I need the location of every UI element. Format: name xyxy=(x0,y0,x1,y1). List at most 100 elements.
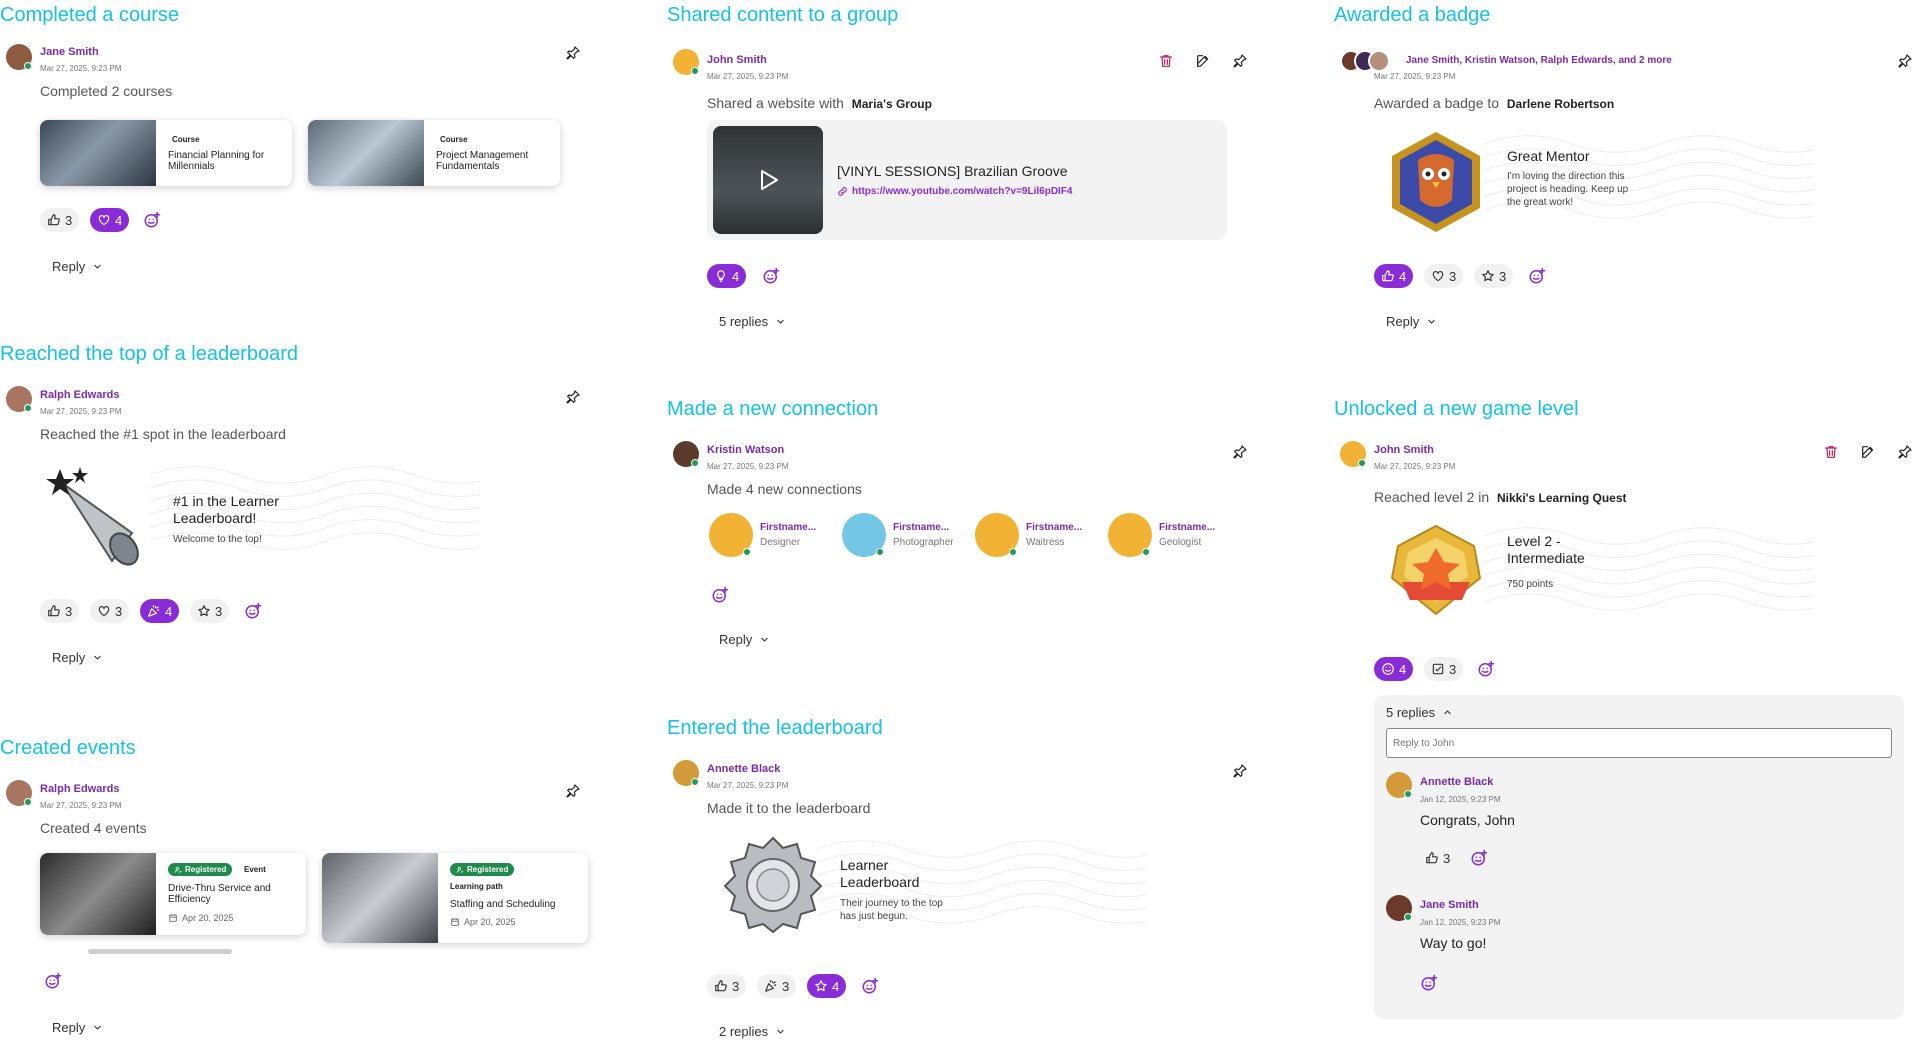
horizontal-scrollbar[interactable] xyxy=(88,949,232,954)
event-card[interactable]: Registered Event Drive-Thru Service and … xyxy=(40,853,306,935)
reply-label: Reply xyxy=(719,632,753,647)
reaction-like[interactable]: 3 xyxy=(40,599,80,623)
author-name[interactable]: Jane Smith xyxy=(40,46,99,58)
reply-button[interactable]: Reply xyxy=(719,632,769,647)
pin-icon[interactable] xyxy=(1229,50,1251,72)
play-icon[interactable] xyxy=(756,168,780,192)
reaction-like[interactable]: 3 xyxy=(40,208,80,232)
add-reaction-icon[interactable] xyxy=(143,211,161,229)
event-card[interactable]: Registered Learning path Staffing and Sc… xyxy=(322,853,588,943)
game-link[interactable]: Nikki's Learning Quest xyxy=(1497,491,1627,505)
reaction-like[interactable]: 3 xyxy=(707,974,747,998)
reaction-count: 4 xyxy=(1399,661,1407,677)
reaction-party[interactable]: 4 xyxy=(140,599,180,623)
card-kicker: Course xyxy=(172,135,200,144)
connection-name: Firstname... xyxy=(893,522,950,533)
reaction-heart[interactable]: 3 xyxy=(1424,264,1464,288)
heart-icon xyxy=(97,213,111,227)
reaction-count: 4 xyxy=(115,212,123,228)
reply-button[interactable]: Reply xyxy=(52,259,102,274)
media-link[interactable]: https://www.youtube.com/watch?v=9Lil6pDI… xyxy=(837,186,1073,197)
connection-item[interactable]: Firstname... Photographer xyxy=(842,513,982,563)
reply-text: Congrats, John xyxy=(1420,812,1515,828)
reaction-count: 3 xyxy=(65,212,73,228)
author-name[interactable]: Kristin Watson xyxy=(707,444,784,456)
author-name[interactable]: John Smith xyxy=(707,54,767,66)
reaction-heart[interactable]: 4 xyxy=(90,208,130,232)
delete-icon[interactable] xyxy=(1155,50,1177,72)
add-reaction-icon[interactable] xyxy=(244,602,262,620)
delete-icon[interactable] xyxy=(1820,441,1842,463)
reaction-smile[interactable]: 4 xyxy=(1374,657,1414,681)
add-reaction-icon[interactable] xyxy=(1528,267,1546,285)
link-icon xyxy=(837,186,848,197)
reply-button[interactable]: Reply xyxy=(1386,314,1436,329)
online-indicator xyxy=(691,778,699,786)
add-reaction-icon[interactable] xyxy=(1470,849,1488,867)
connection-item[interactable]: Firstname... Designer xyxy=(709,513,849,563)
replies-toggle[interactable]: 5 replies xyxy=(719,314,785,329)
megaphone-icon xyxy=(46,467,139,566)
pin-icon[interactable] xyxy=(1229,441,1251,463)
reply-input[interactable] xyxy=(1386,728,1892,758)
author-name[interactable]: Ralph Edwards xyxy=(40,783,119,795)
reaction-star[interactable]: 4 xyxy=(807,974,847,998)
replies-toggle[interactable]: 5 replies xyxy=(1386,705,1452,720)
replies-panel: 5 replies Annette Black Jan 12, 2025, 9:… xyxy=(1374,695,1904,1019)
reply-button[interactable]: Reply xyxy=(52,650,102,665)
video-thumbnail[interactable] xyxy=(713,126,823,234)
reaction-check[interactable]: 3 xyxy=(1424,657,1464,681)
course-thumbnail xyxy=(308,120,424,186)
reply-timestamp: Jan 12, 2025, 9:23 PM xyxy=(1420,918,1501,927)
reply-author[interactable]: Annette Black xyxy=(1420,776,1493,788)
replies-toggle[interactable]: 2 replies xyxy=(719,1024,785,1039)
reaction-like[interactable]: 3 xyxy=(1418,846,1457,870)
pin-icon[interactable] xyxy=(1229,760,1251,782)
add-reaction-icon[interactable] xyxy=(44,972,62,990)
connection-item[interactable]: Firstname... Geologist xyxy=(1108,513,1248,563)
smile-icon xyxy=(1381,662,1395,676)
course-card[interactable]: Course Project Management Fundamentals xyxy=(308,120,560,186)
reaction-idea[interactable]: 4 xyxy=(707,264,747,288)
post-text: Shared a website with Maria's Group xyxy=(707,95,932,111)
reply-button[interactable]: Reply xyxy=(52,1020,102,1035)
pin-icon[interactable] xyxy=(562,780,584,802)
author-names[interactable]: Jane Smith, Kristin Watson, Ralph Edward… xyxy=(1406,55,1672,66)
timestamp: Mar 27, 2025, 9:23 PM xyxy=(40,64,122,73)
course-card[interactable]: Course Financial Planning for Millennial… xyxy=(40,120,292,186)
timestamp: Mar 27, 2025, 9:23 PM xyxy=(1374,462,1456,471)
pin-icon[interactable] xyxy=(562,386,584,408)
add-reaction-icon[interactable] xyxy=(1477,660,1495,678)
reply-author[interactable]: Jane Smith xyxy=(1420,899,1479,911)
party-icon xyxy=(764,979,778,993)
reaction-count: 3 xyxy=(215,603,223,619)
author-name[interactable]: Annette Black xyxy=(707,763,780,775)
post-text-prefix: Shared a website with xyxy=(707,95,844,111)
replies-label: 5 replies xyxy=(1386,705,1436,720)
reaction-heart[interactable]: 3 xyxy=(90,599,130,623)
add-reaction-icon[interactable] xyxy=(711,586,729,604)
author-name[interactable]: Ralph Edwards xyxy=(40,389,119,401)
reaction-like[interactable]: 4 xyxy=(1374,264,1414,288)
media-preview[interactable]: [VINYL SESSIONS] Brazilian Groove https:… xyxy=(707,120,1227,240)
edit-icon[interactable] xyxy=(1192,50,1214,72)
online-indicator xyxy=(24,404,32,412)
pin-icon[interactable] xyxy=(1894,50,1916,72)
reaction-star[interactable]: 3 xyxy=(1474,264,1514,288)
recipient-link[interactable]: Darlene Robertson xyxy=(1507,97,1614,111)
add-reaction-icon[interactable] xyxy=(861,977,879,995)
pin-icon[interactable] xyxy=(562,42,584,64)
add-reaction-icon[interactable] xyxy=(1420,974,1438,992)
group-link[interactable]: Maria's Group xyxy=(852,97,932,111)
online-indicator xyxy=(1358,459,1366,467)
edit-icon[interactable] xyxy=(1857,441,1879,463)
section-title: Completed a course xyxy=(0,4,179,26)
add-reaction-icon[interactable] xyxy=(762,267,780,285)
post-created-events: Created events Ralph Edwards Mar 27, 202… xyxy=(0,737,600,1056)
connection-item[interactable]: Firstname... Waitress xyxy=(975,513,1115,563)
achievement-subtitle: 750 points xyxy=(1507,579,1554,590)
reaction-star[interactable]: 3 xyxy=(190,599,230,623)
author-name[interactable]: John Smith xyxy=(1374,444,1434,456)
pin-icon[interactable] xyxy=(1894,441,1916,463)
reaction-party[interactable]: 3 xyxy=(757,974,797,998)
